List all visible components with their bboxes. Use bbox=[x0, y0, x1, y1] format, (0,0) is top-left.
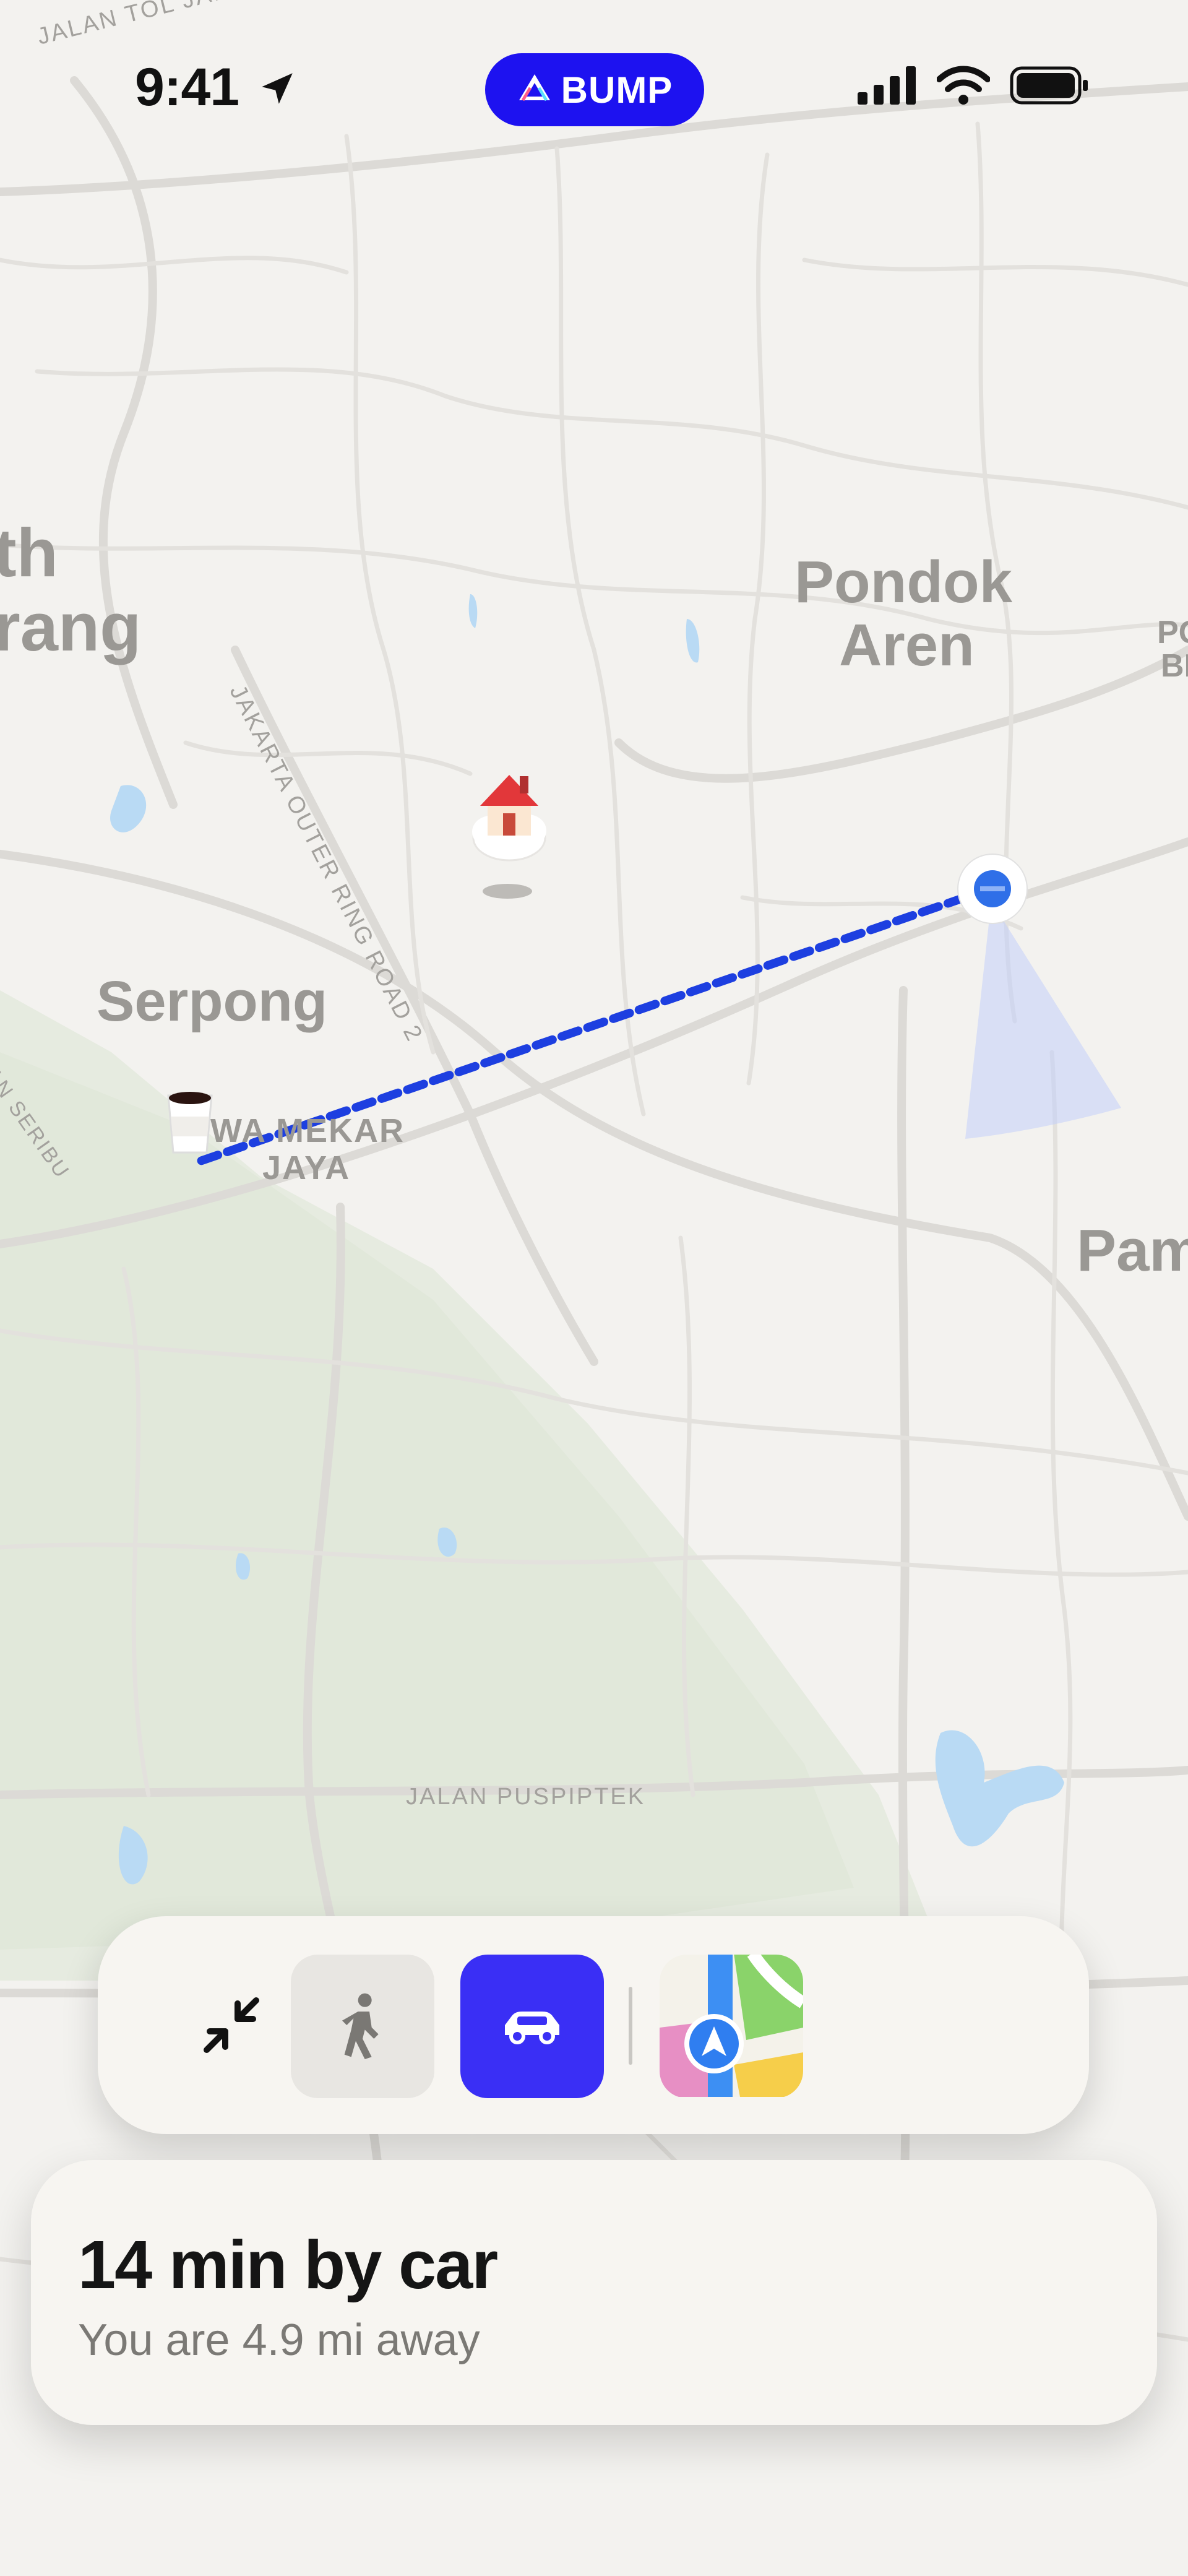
bump-app-badge[interactable]: BUMP bbox=[485, 53, 704, 126]
car-icon bbox=[495, 2000, 569, 2053]
place-label-po: PO bbox=[1157, 615, 1188, 650]
status-time: 9:41 bbox=[135, 57, 298, 122]
place-label: th bbox=[0, 515, 58, 591]
place-label-mekar: WA MEKAR bbox=[210, 1112, 405, 1149]
signal-bars-icon bbox=[858, 66, 917, 108]
coffee-cup-icon[interactable] bbox=[162, 1088, 218, 1156]
collapse-icon bbox=[194, 1988, 269, 2065]
bump-label: BUMP bbox=[561, 69, 673, 111]
apple-maps-icon bbox=[660, 1955, 803, 2098]
user-location-dot[interactable] bbox=[955, 852, 1030, 926]
collapse-button[interactable] bbox=[160, 1955, 303, 2098]
distance-text: You are 4.9 mi away bbox=[78, 2315, 480, 2365]
place-label-serpong: Serpong bbox=[97, 970, 328, 1033]
house-cloud-icon[interactable] bbox=[463, 764, 556, 869]
car-mode-button[interactable] bbox=[460, 1955, 604, 2098]
place-label-pondok: Pondok bbox=[794, 549, 1012, 615]
walk-icon bbox=[335, 1991, 390, 2062]
place-label-jaya: JAYA bbox=[262, 1149, 351, 1186]
place-label-aren: Aren bbox=[839, 612, 975, 678]
place-label: rang bbox=[0, 589, 142, 665]
open-apple-maps-button[interactable] bbox=[660, 1955, 803, 2098]
wifi-icon bbox=[936, 66, 991, 108]
battery-icon bbox=[1010, 66, 1089, 108]
location-arrow-icon bbox=[257, 61, 298, 122]
walk-mode-button[interactable] bbox=[291, 1955, 434, 2098]
eta-title: 14 min by car bbox=[78, 2227, 498, 2303]
route-info-card[interactable]: 14 min by car You are 4.9 mi away bbox=[31, 2160, 1157, 2425]
transport-toolbar bbox=[98, 1916, 1089, 2134]
road-label-puspiptek: JALAN PUSPIPTEK bbox=[406, 1784, 646, 1810]
bump-logo-icon bbox=[517, 69, 553, 111]
toolbar-divider bbox=[629, 1987, 632, 2065]
place-label-bi: BI bbox=[1161, 648, 1188, 684]
place-label-pam: Pam bbox=[1077, 1217, 1188, 1284]
status-icons bbox=[858, 62, 1089, 111]
